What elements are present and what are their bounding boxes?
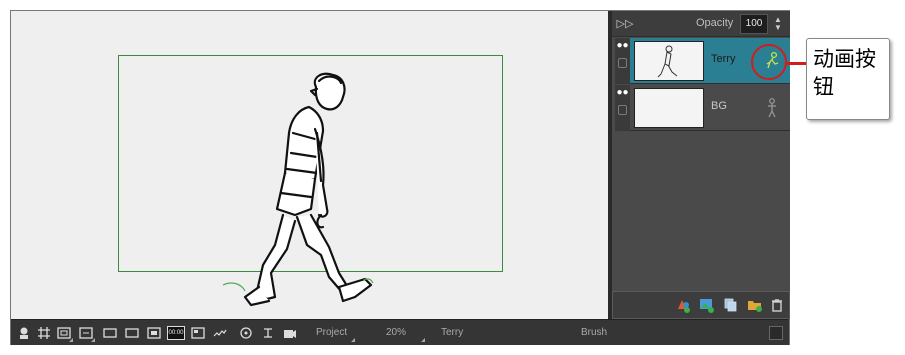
layer-name: BG <box>711 100 727 112</box>
visibility-toggle-icon[interactable]: ●● <box>616 87 629 98</box>
lock-icon[interactable] <box>618 105 627 115</box>
onion-skin-icon[interactable] <box>17 326 31 340</box>
current-tool-label: Brush <box>581 327 608 338</box>
duplicate-layer-icon[interactable] <box>723 297 739 313</box>
title-safe-icon[interactable] <box>103 326 117 340</box>
dropdown-indicator-icon[interactable] <box>421 338 425 342</box>
layer-row-bg[interactable]: ●● BG <box>615 85 790 131</box>
animate-button-highlight <box>751 44 787 80</box>
collapse-panel-icon[interactable]: ▷▷ <box>616 15 634 33</box>
current-layer-label: Terry <box>441 327 464 338</box>
view-mode-label[interactable]: Project <box>316 327 347 338</box>
drawing-canvas[interactable] <box>11 11 608 319</box>
layer-thumbnail <box>634 88 704 128</box>
thumbnail-character-icon <box>657 45 678 78</box>
caption-icon[interactable] <box>191 326 205 340</box>
layer-name: Terry <box>711 53 736 65</box>
layer-controls-strip: ●● <box>615 85 630 131</box>
opacity-stepper-icon[interactable]: ▲ ▼ <box>772 16 784 32</box>
layers-panel-footer <box>612 291 790 319</box>
rotate-view-icon[interactable] <box>239 326 253 340</box>
mask-icon[interactable] <box>147 326 161 340</box>
opacity-field[interactable]: 100 <box>740 14 768 34</box>
layer-thumbnail <box>634 41 704 81</box>
dropdown-indicator-icon[interactable] <box>91 338 95 342</box>
app-window: ▷▷ Opacity 100 ▲ ▼ ●● Terry ●● BG 00:00 … <box>10 10 790 345</box>
action-safe-icon[interactable] <box>125 326 139 340</box>
timecode-button[interactable]: 00:00 <box>167 326 185 340</box>
layer-controls-strip: ●● <box>615 38 630 84</box>
animate-button-callout: 动画按钮 <box>806 38 890 120</box>
layers-panel-header: ▷▷ Opacity 100 ▲ ▼ <box>612 11 790 37</box>
lock-icon[interactable] <box>618 58 627 68</box>
opacity-label: Opacity <box>696 17 734 29</box>
delete-layer-icon[interactable] <box>769 297 785 313</box>
tilde-brush-icon[interactable] <box>213 326 227 340</box>
grid-icon[interactable] <box>37 326 51 340</box>
zoom-level[interactable]: 20% <box>386 327 406 338</box>
visibility-toggle-icon[interactable]: ●● <box>616 40 629 51</box>
callout-connector <box>786 62 808 65</box>
add-group-icon[interactable] <box>747 297 763 313</box>
add-vector-layer-icon[interactable] <box>675 297 691 313</box>
add-bitmap-layer-icon[interactable] <box>699 297 715 313</box>
static-figure-icon[interactable] <box>763 97 781 119</box>
status-bar: 00:00 Project 20% Terry Brush <box>11 319 789 345</box>
flip-view-icon[interactable] <box>261 326 275 340</box>
dropdown-indicator-icon[interactable] <box>351 338 355 342</box>
dropdown-indicator-icon[interactable] <box>69 338 73 342</box>
resize-grip-icon[interactable] <box>769 326 783 340</box>
walking-character-drawing <box>222 72 374 307</box>
camera-view-icon[interactable] <box>283 326 297 340</box>
